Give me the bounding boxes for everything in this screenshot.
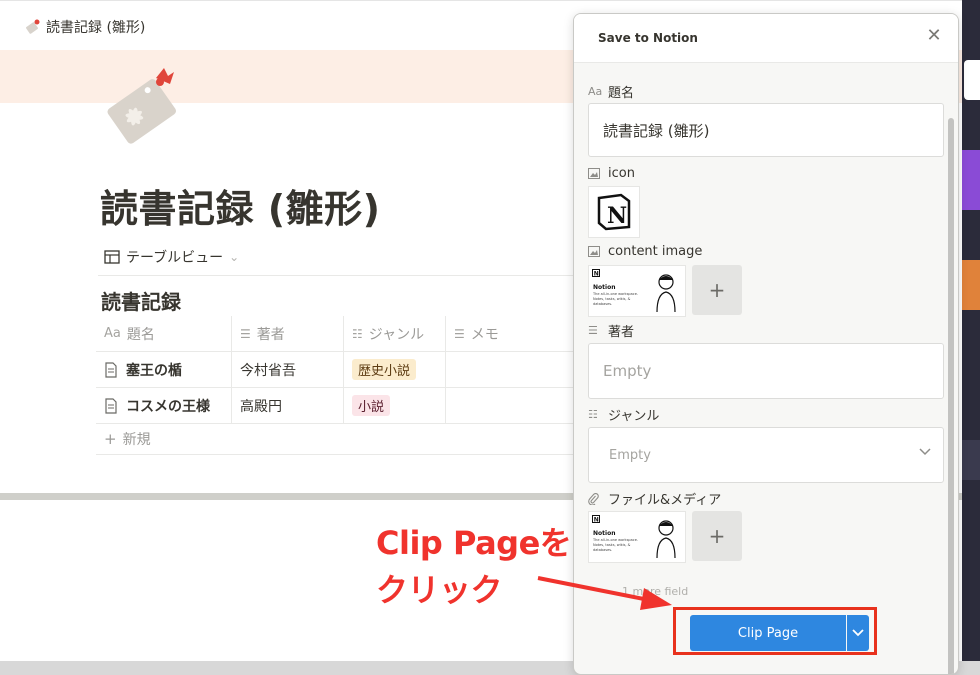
- document-icon: [105, 361, 117, 378]
- view-label: テーブルビュー: [126, 250, 224, 266]
- genre-select[interactable]: Empty: [588, 427, 944, 483]
- breadcrumb[interactable]: 読書記録 (雛形): [24, 17, 145, 37]
- add-content-image-button[interactable]: +: [692, 265, 742, 315]
- background-fragment: [962, 260, 980, 310]
- scrollbar[interactable]: [948, 118, 954, 674]
- database-table: Aa 題名 ☰ 著者 ☷ ジャンル ☰ メモ 塞王の楯 今村省吾 歴史小説 コス…: [96, 316, 616, 455]
- notion-logo-icon: N: [592, 515, 600, 523]
- lines-icon: ☰: [454, 326, 465, 341]
- chevron-down-icon: ⌄: [229, 250, 240, 264]
- list-icon: ☷: [588, 408, 598, 421]
- table-icon: [104, 250, 120, 264]
- background-fragment: [962, 440, 980, 480]
- genre-tag: 歴史小説: [352, 359, 417, 380]
- content-image-thumbnail[interactable]: N Notion The all-in-one workspace. Notes…: [588, 265, 686, 317]
- property-label-genre: ☷ ジャンル: [588, 408, 660, 424]
- database-title[interactable]: 読書記録: [101, 286, 181, 315]
- background-fragment: [964, 60, 980, 100]
- table-row[interactable]: コスメの王様 高殿円 小説: [96, 388, 616, 424]
- list-icon: ☷: [352, 326, 363, 341]
- row-title-cell[interactable]: コスメの王様: [96, 388, 232, 423]
- arrow-icon: [537, 576, 672, 610]
- tag-icon[interactable]: [98, 64, 186, 144]
- lines-icon: ☰: [588, 324, 598, 337]
- lines-icon: ☰: [240, 326, 251, 341]
- divider: [98, 275, 598, 276]
- image-icon: [588, 168, 602, 180]
- image-icon: [588, 246, 602, 258]
- panel-title: Save to Notion: [598, 31, 698, 45]
- page-title[interactable]: 読書記録 (雛形): [100, 178, 380, 233]
- view-tab-table[interactable]: テーブルビュー ⌄: [104, 247, 239, 267]
- notion-logo-icon: N: [592, 269, 600, 277]
- property-label-files: ファイル&メディア: [588, 489, 721, 508]
- person-illustration-icon: [656, 520, 676, 558]
- svg-text:N: N: [594, 517, 599, 523]
- plus-icon: +: [104, 430, 117, 448]
- breadcrumb-title: 読書記録 (雛形): [46, 20, 146, 36]
- notion-logo-icon: N: [597, 193, 631, 231]
- column-header-author[interactable]: ☰ 著者: [232, 316, 344, 351]
- text-property-icon: Aa: [104, 326, 121, 341]
- highlight-box: [673, 607, 877, 655]
- document-icon: [105, 397, 117, 414]
- chevron-down-icon: [919, 448, 931, 456]
- row-genre-cell[interactable]: 小説: [344, 388, 446, 423]
- property-label-icon: icon: [588, 166, 635, 181]
- column-header-genre[interactable]: ☷ ジャンル: [344, 316, 446, 351]
- close-icon[interactable]: ✕: [924, 26, 944, 46]
- row-title-cell[interactable]: 塞王の楯: [96, 352, 232, 387]
- annotation-text: クリック: [376, 571, 503, 609]
- file-media-thumbnail[interactable]: N Notion The all-in-one workspace. Notes…: [588, 511, 686, 563]
- table-header: Aa 題名 ☰ 著者 ☷ ジャンル ☰ メモ: [96, 316, 616, 352]
- author-input[interactable]: Empty: [588, 343, 944, 399]
- text-property-icon: Aa: [588, 85, 603, 98]
- tag-icon: [26, 19, 40, 34]
- table-row[interactable]: 塞王の楯 今村省吾 歴史小説: [96, 352, 616, 388]
- row-genre-cell[interactable]: 歴史小説: [344, 352, 446, 387]
- annotation-text: Clip Pageを: [376, 524, 572, 562]
- row-author-cell[interactable]: 今村省吾: [232, 352, 344, 387]
- new-row-button[interactable]: + 新規: [96, 424, 616, 455]
- column-header-title[interactable]: Aa 題名: [96, 316, 232, 351]
- property-label-author: ☰ 著者: [588, 324, 635, 340]
- add-file-button[interactable]: +: [692, 511, 742, 561]
- property-label-content-image: content image: [588, 244, 702, 259]
- person-illustration-icon: [656, 274, 676, 312]
- background-fragment: [962, 150, 980, 210]
- paperclip-icon: [588, 492, 602, 505]
- svg-text:N: N: [594, 271, 599, 277]
- row-author-cell[interactable]: 高殿円: [232, 388, 344, 423]
- genre-tag: 小説: [352, 395, 391, 416]
- svg-text:N: N: [607, 203, 627, 229]
- property-label-title: Aa 題名: [588, 85, 635, 101]
- panel-header: Save to Notion ✕: [574, 14, 958, 63]
- notion-logo-thumbnail[interactable]: N: [588, 186, 640, 238]
- title-input[interactable]: 読書記録 (雛形): [588, 103, 944, 157]
- background-window-strip: [962, 0, 980, 661]
